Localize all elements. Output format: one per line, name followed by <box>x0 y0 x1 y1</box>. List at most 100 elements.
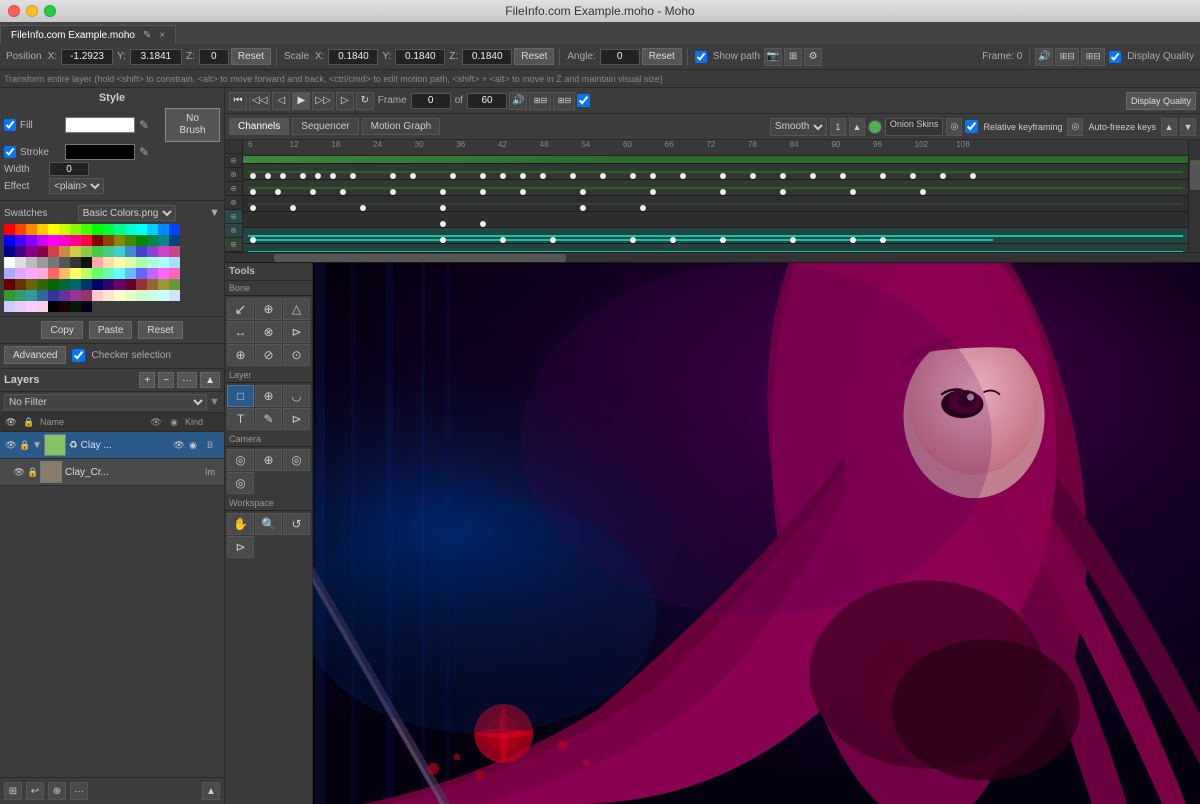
bottom-icon-2[interactable]: ↩ <box>26 782 44 800</box>
color-cell-15[interactable] <box>169 224 180 235</box>
tl-icon-row-2[interactable]: ⊕ <box>225 168 242 182</box>
x-input[interactable] <box>61 49 113 65</box>
filter-select[interactable]: No Filter <box>4 394 207 410</box>
color-cell-32[interactable] <box>4 246 15 257</box>
color-cell-103[interactable] <box>81 290 92 301</box>
color-cell-27[interactable] <box>125 235 136 246</box>
fill-checkbox[interactable] <box>4 119 16 131</box>
color-cell-33[interactable] <box>15 246 26 257</box>
frame-input[interactable] <box>411 93 451 109</box>
color-cell-18[interactable] <box>26 235 37 246</box>
color-cell-9[interactable] <box>103 224 114 235</box>
color-cell-54[interactable] <box>70 257 81 268</box>
checker-selection-checkbox[interactable] <box>72 349 85 362</box>
color-cell-61[interactable] <box>147 257 158 268</box>
color-cell-82[interactable] <box>26 279 37 290</box>
bone-tool-6[interactable]: ⊳ <box>283 321 310 343</box>
color-cell-35[interactable] <box>37 246 48 257</box>
grid-icon-btn[interactable]: ⊞ <box>784 48 802 66</box>
color-cell-73[interactable] <box>103 268 114 279</box>
color-cell-88[interactable] <box>92 279 103 290</box>
color-cell-2[interactable] <box>26 224 37 235</box>
quality-btn-1[interactable]: ⊞⊟ <box>529 92 551 110</box>
color-cell-17[interactable] <box>15 235 26 246</box>
color-cell-62[interactable] <box>158 257 169 268</box>
width-input[interactable] <box>49 162 89 176</box>
color-cell-21[interactable] <box>59 235 70 246</box>
swatches-dropdown[interactable]: Basic Colors.png <box>78 205 176 221</box>
layer-tool-3[interactable]: ◡ <box>283 385 310 407</box>
layer-item-clay[interactable]: 👁 🔒 ▼ ♻ Clay ... 👁 ◉ B <box>0 432 224 459</box>
color-cell-30[interactable] <box>158 235 169 246</box>
color-cell-16[interactable] <box>4 235 15 246</box>
advanced-button[interactable]: Advanced <box>4 346 66 364</box>
color-cell-24[interactable] <box>92 235 103 246</box>
color-cell-112[interactable] <box>4 301 15 312</box>
color-cell-37[interactable] <box>59 246 70 257</box>
layer-item-clay-cr[interactable]: 👁 🔒 Clay_Cr... Im <box>0 459 224 486</box>
color-cell-44[interactable] <box>136 246 147 257</box>
color-cell-91[interactable] <box>125 279 136 290</box>
color-cell-55[interactable] <box>81 257 92 268</box>
color-cell-40[interactable] <box>92 246 103 257</box>
color-cell-77[interactable] <box>147 268 158 279</box>
color-cell-23[interactable] <box>81 235 92 246</box>
bone-tool-2[interactable]: ⊕ <box>255 298 282 320</box>
color-cell-36[interactable] <box>48 246 59 257</box>
swatches-menu-icon[interactable]: ▼ <box>209 207 220 219</box>
onion-skins-btn[interactable]: Onion Skins <box>885 118 944 136</box>
color-cell-98[interactable] <box>26 290 37 301</box>
color-cell-4[interactable] <box>48 224 59 235</box>
timeline-scroll-thumb[interactable] <box>1190 160 1200 190</box>
play-button[interactable]: ▶ <box>292 92 310 110</box>
color-cell-109[interactable] <box>147 290 158 301</box>
color-cell-60[interactable] <box>136 257 147 268</box>
layer-tool-4[interactable]: T <box>227 408 254 430</box>
tl-icon-row-7[interactable]: ⊕ <box>225 238 242 252</box>
color-cell-115[interactable] <box>37 301 48 312</box>
color-cell-71[interactable] <box>81 268 92 279</box>
stroke-checkbox[interactable] <box>4 146 16 158</box>
smooth-value-up[interactable]: ▲ <box>849 118 865 136</box>
color-cell-84[interactable] <box>48 279 59 290</box>
maximize-button[interactable] <box>44 5 56 17</box>
color-cell-53[interactable] <box>59 257 70 268</box>
color-cell-89[interactable] <box>103 279 114 290</box>
color-cell-99[interactable] <box>37 290 48 301</box>
scale-x-input[interactable] <box>328 49 378 65</box>
workspace-tool-4[interactable]: ⊳ <box>227 536 254 558</box>
color-cell-50[interactable] <box>26 257 37 268</box>
color-cell-58[interactable] <box>114 257 125 268</box>
timeline-scrollbar[interactable] <box>1188 140 1200 252</box>
file-tab[interactable]: FileInfo.com Example.moho ✎ × <box>0 25 176 44</box>
color-cell-48[interactable] <box>4 257 15 268</box>
color-cell-116[interactable] <box>48 301 59 312</box>
color-cell-107[interactable] <box>125 290 136 301</box>
color-cell-105[interactable] <box>103 290 114 301</box>
effect-select[interactable]: <plain> <box>49 178 104 194</box>
color-cell-97[interactable] <box>15 290 26 301</box>
color-cell-29[interactable] <box>147 235 158 246</box>
onion-icon[interactable]: ◎ <box>946 118 962 136</box>
fill-pencil-icon[interactable]: ✎ <box>139 118 149 132</box>
layer-vis-icon[interactable]: 👁 <box>172 440 186 451</box>
color-cell-22[interactable] <box>70 235 81 246</box>
fill-color-swatch[interactable] <box>65 117 135 133</box>
layer-eye-icon-2[interactable]: 👁 <box>12 465 26 479</box>
no-brush-box[interactable]: NoBrush <box>165 108 220 142</box>
color-cell-75[interactable] <box>125 268 136 279</box>
color-cell-28[interactable] <box>136 235 147 246</box>
layers-scroll[interactable]: 👁 🔒 ▼ ♻ Clay ... 👁 ◉ B 👁 🔒 Clay_Cr... <box>0 432 224 777</box>
color-cell-93[interactable] <box>147 279 158 290</box>
color-cell-20[interactable] <box>48 235 59 246</box>
layer-add-button[interactable]: + <box>139 372 155 388</box>
color-cell-5[interactable] <box>59 224 70 235</box>
display-quality-checkbox[interactable] <box>1109 51 1121 63</box>
smooth-select[interactable]: Smooth <box>770 118 827 136</box>
next-frame-button[interactable]: ▷▷ <box>312 92 333 110</box>
total-frames-input[interactable] <box>467 93 507 109</box>
rewind-button[interactable]: ⏮ <box>229 92 247 110</box>
color-cell-59[interactable] <box>125 257 136 268</box>
bottom-icon-3[interactable]: ⊕ <box>48 782 66 800</box>
display-q-checkbox[interactable] <box>577 94 590 107</box>
